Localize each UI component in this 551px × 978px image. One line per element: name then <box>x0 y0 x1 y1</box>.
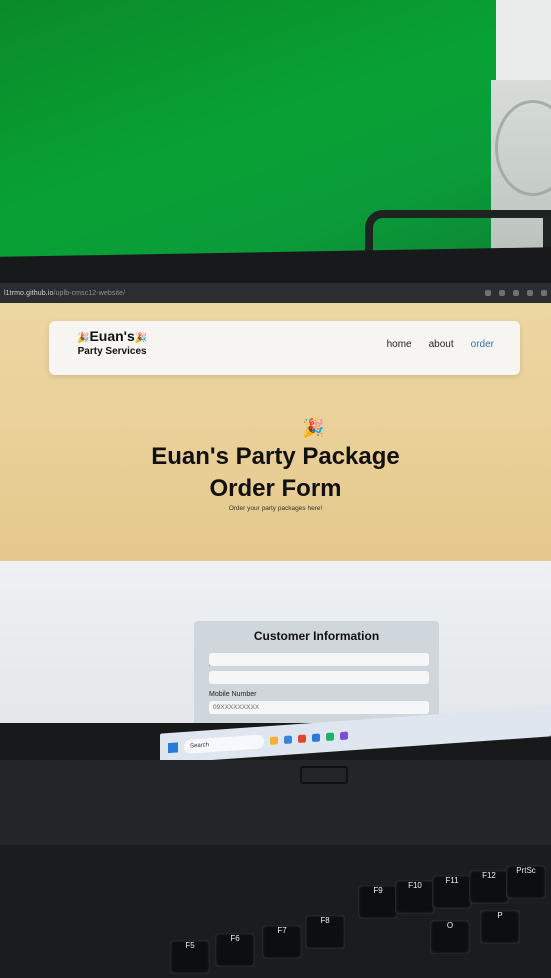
edge-icon[interactable] <box>284 735 292 744</box>
bookmark-icon[interactable] <box>499 290 505 296</box>
form-section: Customer Information Name Mobile Number … <box>0 561 551 723</box>
party-popper-icon: 🎉 <box>77 333 90 344</box>
site-navbar: 🎉Euan's🎉 Party Services home about order <box>49 321 520 375</box>
logo-line2: Party Services <box>77 346 147 357</box>
key-f12[interactable]: F12 <box>469 870 509 904</box>
app-icon[interactable] <box>340 731 348 741</box>
url-text[interactable]: l1trmo.github.io/uplb-cmsc12-website/ <box>4 290 125 297</box>
customer-info-card: Customer Information Name Mobile Number … <box>194 621 439 723</box>
nav-order-link[interactable]: order <box>471 339 494 350</box>
menu-icon[interactable] <box>541 290 547 296</box>
key-p[interactable]: P <box>480 910 520 944</box>
party-popper-icon: 🎉 <box>302 418 325 438</box>
chrome-icon[interactable] <box>298 734 306 744</box>
hero-section: 🎉Euan's🎉 Party Services home about order… <box>0 303 551 565</box>
mobile-label: Mobile Number <box>209 691 257 698</box>
download-icon[interactable] <box>527 290 533 296</box>
name-input[interactable] <box>209 671 429 684</box>
page-title: Euan's Party Package Order Form <box>0 441 551 505</box>
file-explorer-icon[interactable] <box>270 736 278 745</box>
key-f9[interactable]: F9 <box>358 885 398 919</box>
profile-icon[interactable] <box>513 290 519 296</box>
mobile-input[interactable]: 09XXXXXXXXX <box>209 701 429 714</box>
spotify-icon[interactable] <box>326 732 334 742</box>
taskbar-search[interactable]: Search <box>184 734 264 754</box>
name-field-top <box>209 653 429 666</box>
logo-line1: Euan's <box>89 328 135 344</box>
browser-address-bar[interactable]: l1trmo.github.io/uplb-cmsc12-website/ <box>0 283 551 303</box>
url-path: /uplb-cmsc12-website/ <box>53 289 126 297</box>
laptop-logo-mark <box>300 766 348 784</box>
key-f10[interactable]: F10 <box>395 880 435 914</box>
page-subtitle: Order your party packages here! <box>228 505 323 512</box>
extension-icon[interactable] <box>485 290 491 296</box>
party-popper-icon: 🎉 <box>134 333 148 344</box>
site-logo[interactable]: 🎉Euan's🎉 Party Services <box>77 329 147 358</box>
key-f6[interactable]: F6 <box>215 933 255 967</box>
key-o[interactable]: O <box>430 920 470 954</box>
key-f5[interactable]: F5 <box>170 940 210 974</box>
nav-about-link[interactable]: about <box>429 339 454 350</box>
browser-toolbar-icons <box>485 290 547 296</box>
vscode-icon[interactable] <box>312 733 320 743</box>
nav-home-link[interactable]: home <box>387 339 412 350</box>
key-f8[interactable]: F8 <box>305 915 345 949</box>
key-f11[interactable]: F11 <box>432 875 472 909</box>
key-f7[interactable]: F7 <box>262 925 302 959</box>
page-title-line1: Euan's Party Package <box>151 443 400 470</box>
page-title-line2: Order Form <box>209 475 342 502</box>
form-title: Customer Information <box>253 629 380 643</box>
nav-links: home about order <box>387 339 494 350</box>
url-host: l1trmo.github.io <box>4 289 54 297</box>
keyboard-deck: F9 F10 F11 F12 PrtSc F5 F6 F7 F8 O P <box>0 845 551 978</box>
windows-start-icon[interactable] <box>168 742 178 754</box>
white-wall <box>496 0 551 80</box>
key-prtsc[interactable]: PrtSc <box>506 865 546 899</box>
web-page: 🎉Euan's🎉 Party Services home about order… <box>0 303 551 723</box>
